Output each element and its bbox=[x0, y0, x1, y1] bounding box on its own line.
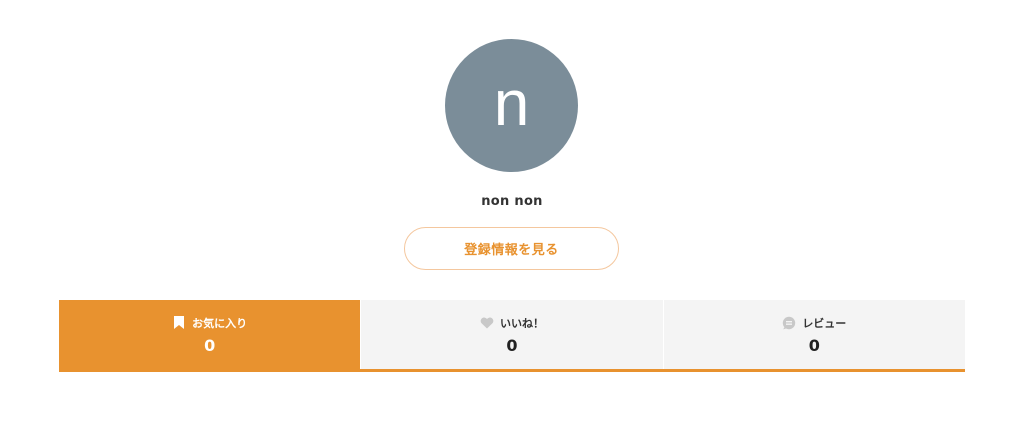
tab-bar: お気に入り 0 いいね！ 0 レビュー 0 bbox=[59, 300, 965, 372]
tab-likes-label: いいね！ bbox=[499, 316, 544, 330]
tab-favorites[interactable]: お気に入り 0 bbox=[59, 300, 362, 369]
tab-favorites-head: お気に入り bbox=[172, 315, 247, 331]
tab-likes[interactable]: いいね！ 0 bbox=[361, 300, 664, 369]
view-profile-button[interactable]: 登録情報を見る bbox=[404, 227, 619, 270]
tab-likes-head: いいね！ bbox=[480, 315, 544, 331]
tab-reviews-count: 0 bbox=[808, 335, 820, 355]
tab-reviews-head: レビュー bbox=[782, 315, 846, 331]
username: non non bbox=[481, 194, 543, 209]
speech-bubble-icon bbox=[782, 316, 796, 330]
tab-reviews-label: レビュー bbox=[802, 316, 847, 330]
heart-icon bbox=[480, 316, 494, 330]
tab-likes-count: 0 bbox=[506, 335, 518, 355]
tab-favorites-count: 0 bbox=[204, 335, 216, 355]
avatar: n bbox=[445, 39, 578, 172]
bookmark-icon bbox=[172, 316, 186, 330]
view-profile-label: 登録情報を見る bbox=[464, 243, 559, 258]
avatar-initial: n bbox=[493, 66, 530, 139]
tab-reviews[interactable]: レビュー 0 bbox=[663, 300, 965, 369]
tab-favorites-label: お気に入り bbox=[192, 316, 248, 330]
